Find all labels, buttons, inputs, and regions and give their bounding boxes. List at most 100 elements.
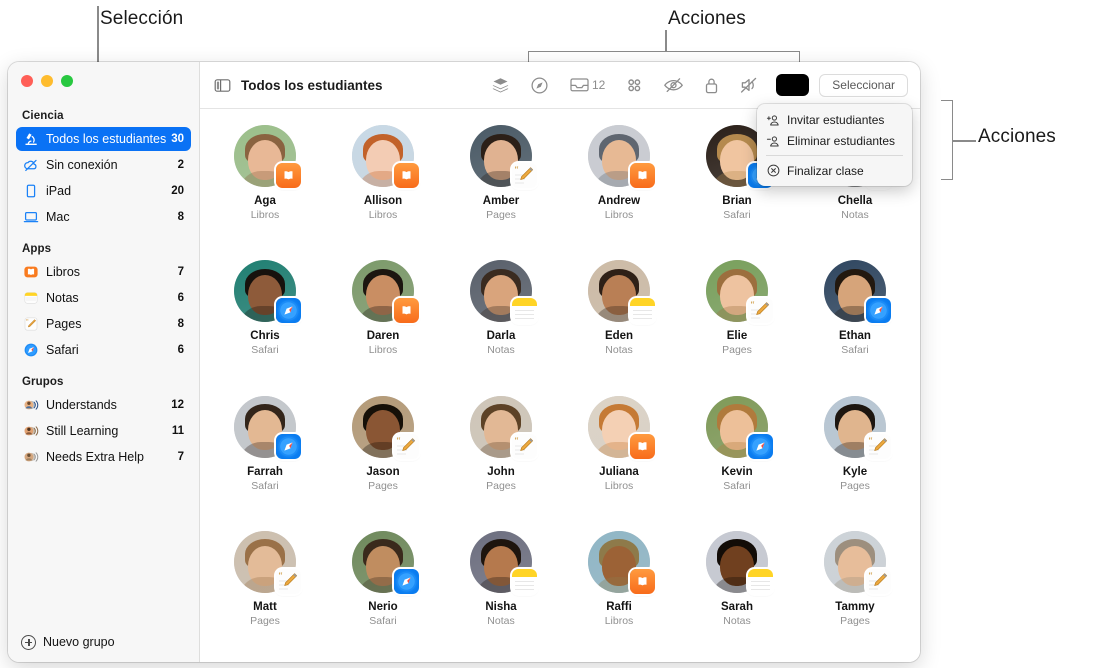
new-group-button[interactable]: Nuevo grupo	[8, 622, 199, 662]
student-avatar-wrap[interactable]	[352, 260, 419, 324]
main-content: Todos los estudiantes 12 Seleccionar Aga…	[200, 62, 920, 662]
student-avatar-wrap[interactable]	[588, 530, 655, 594]
student-tile[interactable]: “ Matt Pages	[206, 523, 324, 658]
lock-icon[interactable]	[704, 76, 719, 95]
sidebar-item-label: iPad	[46, 184, 72, 198]
student-tile[interactable]: Allison Libros	[324, 117, 442, 252]
student-tile[interactable]: “ Kyle Pages	[796, 388, 914, 523]
student-name: Raffi	[606, 600, 632, 613]
pages-app-icon: “	[512, 433, 537, 459]
sidebar-item-needs-extra-help[interactable]: Needs Extra Help 7	[16, 445, 191, 469]
student-tile[interactable]: Juliana Libros	[560, 388, 678, 523]
sidebar-item-count: 12	[171, 399, 184, 411]
group-avatars-icon	[22, 449, 39, 466]
layers-icon[interactable]	[491, 76, 510, 95]
student-app: Pages	[486, 479, 516, 492]
student-name: Juliana	[599, 465, 639, 478]
student-avatar-wrap[interactable]	[234, 125, 301, 188]
sidebar-item-label: Notas	[46, 291, 79, 305]
student-tile[interactable]: “ Jason Pages	[324, 388, 442, 523]
student-avatar-wrap[interactable]: “	[824, 395, 891, 459]
student-tile[interactable]: Kevin Safari	[678, 388, 796, 523]
mute-speaker-icon[interactable]	[739, 76, 758, 94]
student-name: Ethan	[839, 330, 871, 343]
sidebar-item-sin-conexion[interactable]: Sin conexión 2	[16, 153, 191, 177]
student-avatar-wrap[interactable]	[470, 530, 537, 594]
student-tile[interactable]: Darla Notas	[442, 252, 560, 387]
student-avatar-wrap[interactable]: “	[470, 125, 537, 188]
apps-grid-icon[interactable]	[625, 76, 643, 94]
student-tile[interactable]: Farrah Safari	[206, 388, 324, 523]
student-app: Pages	[722, 344, 752, 357]
select-button[interactable]: Seleccionar	[819, 73, 908, 97]
student-avatar-wrap[interactable]: “	[824, 530, 891, 594]
inbox-tray-icon[interactable]: 12	[569, 76, 605, 94]
sidebar-item-still-learning[interactable]: Still Learning 11	[16, 419, 191, 443]
svg-text:“: “	[26, 318, 29, 325]
sidebar-item-ipad[interactable]: iPad 20	[16, 179, 191, 203]
student-tile[interactable]: Chris Safari	[206, 252, 324, 387]
student-tile[interactable]: Raffi Libros	[560, 523, 678, 658]
student-tile[interactable]: Eden Notas	[560, 252, 678, 387]
student-app: Safari	[251, 344, 279, 357]
sidebar-item-libros[interactable]: Libros 7	[16, 260, 191, 284]
sidebar-toggle-icon[interactable]	[214, 78, 231, 93]
student-avatar-wrap[interactable]	[588, 125, 655, 188]
menu-separator	[766, 155, 903, 156]
student-avatar-wrap[interactable]: “	[352, 395, 419, 459]
sidebar-item-understands[interactable]: Understands 12	[16, 393, 191, 417]
sidebar-item-count: 11	[171, 425, 184, 437]
student-avatar-wrap[interactable]: “	[470, 395, 537, 459]
zoom-window-button[interactable]	[61, 75, 73, 87]
student-tile[interactable]: Andrew Libros	[560, 117, 678, 252]
student-avatar-wrap[interactable]	[234, 395, 301, 459]
sidebar-item-label: Needs Extra Help	[46, 450, 144, 464]
navigate-compass-icon[interactable]	[530, 76, 549, 95]
student-app: Safari	[723, 479, 751, 492]
student-tile[interactable]: Daren Libros	[324, 252, 442, 387]
student-avatar-wrap[interactable]	[706, 530, 773, 594]
student-tile[interactable]: Nisha Notas	[442, 523, 560, 658]
screen-color-swatch[interactable]	[776, 74, 810, 96]
sidebar-item-safari[interactable]: Safari 6	[16, 338, 191, 362]
student-tile[interactable]: Ethan Safari	[796, 252, 914, 387]
callout-label-acciones-right: Acciones	[978, 126, 1056, 147]
menu-item-finalizar-clase[interactable]: Finalizar clase	[757, 160, 912, 181]
svg-text:“: “	[869, 435, 873, 445]
student-avatar-wrap[interactable]	[352, 530, 419, 594]
student-avatar-wrap[interactable]	[234, 260, 301, 324]
student-tile[interactable]: Sarah Notas	[678, 523, 796, 658]
sidebar-item-count: 7	[177, 451, 184, 463]
sidebar-item-mac[interactable]: Mac 8	[16, 205, 191, 229]
student-avatar-wrap[interactable]	[470, 260, 537, 324]
sidebar-item-label: Safari	[46, 343, 79, 357]
notes-app-icon	[748, 568, 773, 594]
minimize-window-button[interactable]	[41, 75, 53, 87]
menu-item-eliminar-estudiantes[interactable]: Eliminar estudiantes	[757, 130, 912, 151]
student-avatar-wrap[interactable]	[588, 395, 655, 459]
sidebar-item-pages[interactable]: “ Pages 8	[16, 312, 191, 336]
student-avatar-wrap[interactable]: “	[234, 530, 301, 594]
sidebar-item-notas[interactable]: Notas 6	[16, 286, 191, 310]
sidebar-item-todos-los-estudiantes[interactable]: Todos los estudiantes 30	[16, 127, 191, 151]
student-avatar-wrap[interactable]	[588, 260, 655, 324]
student-avatar-wrap[interactable]	[824, 260, 891, 324]
student-tile[interactable]: Aga Libros	[206, 117, 324, 252]
close-window-button[interactable]	[21, 75, 33, 87]
student-app: Notas	[605, 344, 633, 357]
student-name: Amber	[482, 195, 520, 207]
menu-item-invitar-estudiantes[interactable]: Invitar estudiantes	[757, 109, 912, 130]
student-tile[interactable]: “ John Pages	[442, 388, 560, 523]
student-avatar-wrap[interactable]	[352, 125, 419, 188]
student-tile[interactable]: “ Amber Pages	[442, 117, 560, 252]
student-tile[interactable]: “ Tammy Pages	[796, 523, 914, 658]
student-app: Safari	[369, 614, 397, 627]
student-tile[interactable]: Nerio Safari	[324, 523, 442, 658]
books-app-icon	[22, 264, 39, 281]
student-avatar-wrap[interactable]: “	[706, 260, 773, 324]
inbox-count: 12	[591, 78, 606, 92]
student-tile[interactable]: “ Elie Pages	[678, 252, 796, 387]
eye-slash-icon[interactable]	[663, 76, 684, 94]
student-app: Notas	[723, 614, 751, 627]
student-avatar-wrap[interactable]	[706, 395, 773, 459]
